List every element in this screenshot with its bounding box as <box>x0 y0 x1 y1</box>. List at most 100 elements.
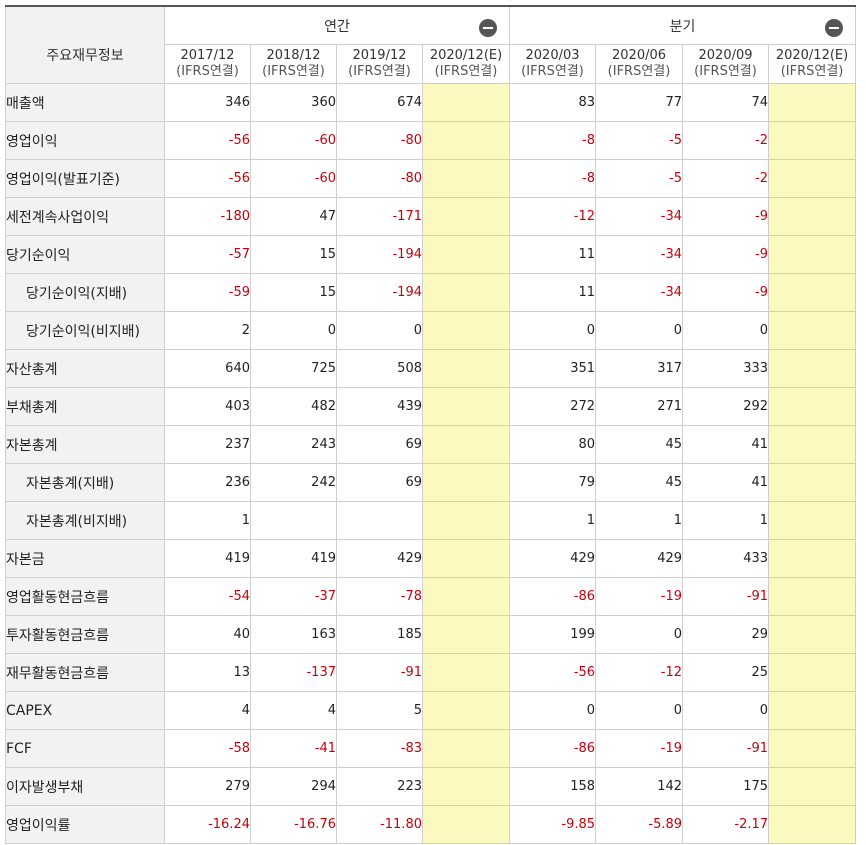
minus-circle-icon[interactable] <box>825 19 844 37</box>
value-cell: -137 <box>250 653 337 692</box>
value-cell: 4 <box>164 691 251 730</box>
estimate-cell <box>768 615 857 654</box>
estimate-cell <box>421 197 511 236</box>
table-row: 당기순이익(지배) -59 15 -194 11 -34 -9 <box>5 273 857 312</box>
value-cell: 29 <box>682 615 770 654</box>
estimate-cell <box>421 273 511 312</box>
table-row: 영업활동현금흐름 -54 -37 -78 -86 -19 -91 <box>5 577 857 616</box>
row-label: 투자활동현금흐름 <box>5 615 165 654</box>
value-cell: 271 <box>595 387 684 426</box>
value-cell: 223 <box>336 767 423 806</box>
group-header-annual-label: 연간 <box>324 18 350 35</box>
estimate-cell <box>421 729 511 768</box>
value-cell: -9 <box>682 197 770 236</box>
value-cell: -5 <box>595 159 684 198</box>
minus-circle-icon[interactable] <box>479 19 498 37</box>
value-cell: 346 <box>164 83 251 122</box>
value-cell: 0 <box>250 311 337 350</box>
value-cell: -5 <box>595 121 684 160</box>
table-row: 자본총계(비지배) 1 1 1 1 <box>5 501 857 540</box>
value-cell: 272 <box>509 387 597 426</box>
value-cell: -8 <box>509 121 597 160</box>
row-label: 세전계속사업이익 <box>5 197 165 236</box>
value-cell: -78 <box>336 577 423 616</box>
estimate-cell <box>768 235 857 274</box>
row-label: 당기순이익(지배) <box>5 273 165 312</box>
table-row: 영업이익(발표기준) -56 -60 -80 -8 -5 -2 <box>5 159 857 198</box>
table-row: 투자활동현금흐름 40 163 185 199 0 29 <box>5 615 857 654</box>
value-cell: 1 <box>164 501 251 540</box>
value-cell: 1 <box>595 501 684 540</box>
estimate-cell <box>421 653 511 692</box>
value-cell: -80 <box>336 121 423 160</box>
value-cell: 69 <box>336 463 423 502</box>
period-basis: (IFRS연결) <box>521 64 584 79</box>
value-cell: 1 <box>682 501 770 540</box>
estimate-cell <box>421 539 511 578</box>
period-header: 2020/09 (IFRS연결) <box>682 44 770 84</box>
estimate-cell <box>421 159 511 198</box>
value-cell: 292 <box>682 387 770 426</box>
value-cell: 11 <box>509 273 597 312</box>
period-date: 2017/12 <box>180 48 235 63</box>
estimate-cell <box>421 425 511 464</box>
period-date: 2020/09 <box>698 48 753 63</box>
value-cell: -180 <box>164 197 251 236</box>
value-cell: 419 <box>250 539 337 578</box>
row-label: 당기순이익 <box>5 235 165 274</box>
value-cell: 15 <box>250 273 337 312</box>
value-cell: -56 <box>509 653 597 692</box>
value-cell: 439 <box>336 387 423 426</box>
value-cell: 0 <box>509 691 597 730</box>
estimate-cell <box>421 463 511 502</box>
table-row: 당기순이익 -57 15 -194 11 -34 -9 <box>5 235 857 274</box>
value-cell: 0 <box>336 311 423 350</box>
period-header: 2017/12 (IFRS연결) <box>164 44 251 84</box>
value-cell: 47 <box>250 197 337 236</box>
period-header: 2019/12 (IFRS연결) <box>336 44 423 84</box>
value-cell: 429 <box>595 539 684 578</box>
value-cell: 333 <box>682 349 770 388</box>
value-cell: 199 <box>509 615 597 654</box>
period-date: 2020/12(E) <box>775 48 849 63</box>
value-cell: -171 <box>336 197 423 236</box>
row-label: 부채총계 <box>5 387 165 426</box>
value-cell: -56 <box>164 159 251 198</box>
period-basis: (IFRS연결) <box>607 64 671 79</box>
value-cell: -60 <box>250 121 337 160</box>
value-cell: -19 <box>595 577 684 616</box>
row-label: 영업이익 <box>5 121 165 160</box>
estimate-cell <box>421 387 511 426</box>
value-cell: 15 <box>250 235 337 274</box>
period-header: 2018/12 (IFRS연결) <box>250 44 337 84</box>
period-date: 2019/12 <box>352 48 407 63</box>
value-cell: -194 <box>336 273 423 312</box>
group-header-annual: 연간 <box>163 5 511 45</box>
estimate-cell <box>768 311 857 350</box>
value-cell: -91 <box>682 729 770 768</box>
row-label: 당기순이익(비지배) <box>5 311 165 350</box>
value-cell: 0 <box>595 615 684 654</box>
value-cell: 237 <box>164 425 251 464</box>
value-cell: 429 <box>509 539 597 578</box>
table-row: 이자발생부채 279 294 223 158 142 175 <box>5 767 857 806</box>
estimate-cell <box>768 121 857 160</box>
estimate-cell <box>768 425 857 464</box>
value-cell: 279 <box>164 767 251 806</box>
period-basis: (IFRS연결) <box>348 64 411 79</box>
value-cell: -16.76 <box>250 805 337 844</box>
period-date: 2020/06 <box>612 48 667 63</box>
estimate-cell <box>768 159 857 198</box>
value-cell: 236 <box>164 463 251 502</box>
value-cell: -83 <box>336 729 423 768</box>
value-cell: 80 <box>509 425 597 464</box>
estimate-cell <box>768 83 857 122</box>
period-date: 2020/12(E) <box>429 48 503 63</box>
value-cell: -16.24 <box>164 805 251 844</box>
estimate-cell <box>768 577 857 616</box>
estimate-cell <box>768 387 857 426</box>
estimate-cell <box>768 501 857 540</box>
period-date: 2018/12 <box>266 48 321 63</box>
value-cell: 0 <box>509 311 597 350</box>
value-cell: -9.85 <box>509 805 597 844</box>
